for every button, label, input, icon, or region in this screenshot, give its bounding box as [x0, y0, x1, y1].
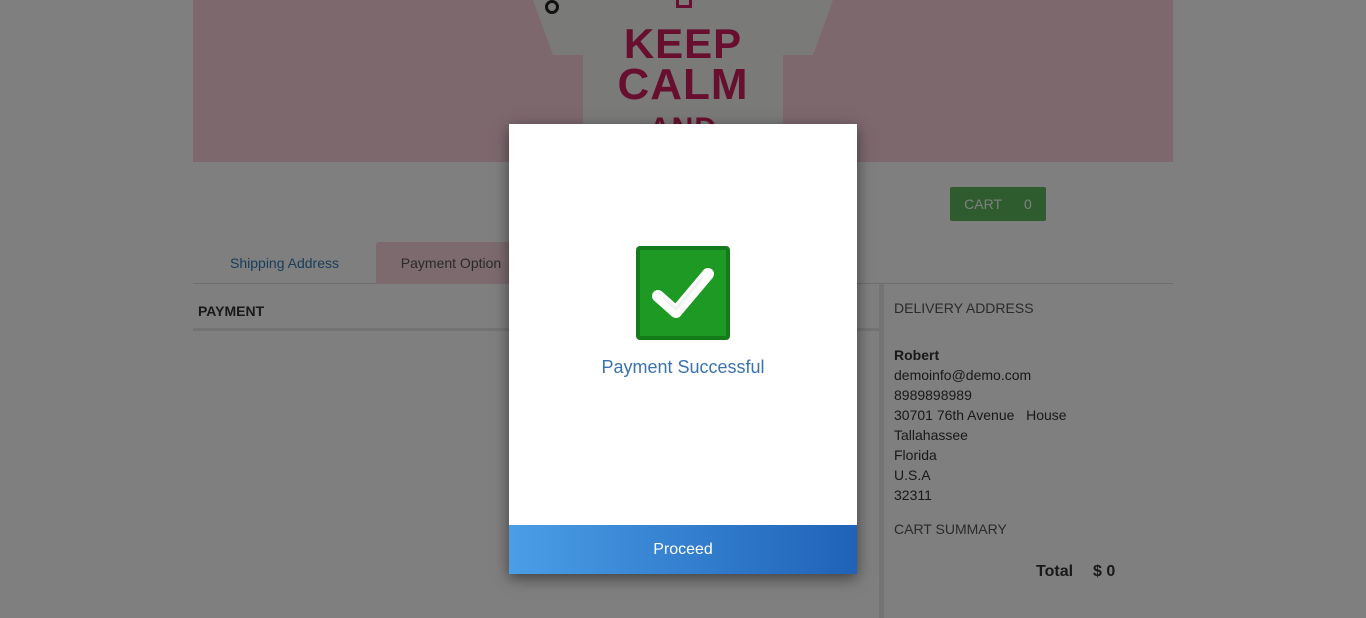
success-check-icon — [636, 246, 730, 340]
payment-success-modal: Payment Successful Proceed — [509, 124, 857, 574]
proceed-button[interactable]: Proceed — [509, 525, 857, 574]
payment-success-message: Payment Successful — [601, 357, 765, 377]
